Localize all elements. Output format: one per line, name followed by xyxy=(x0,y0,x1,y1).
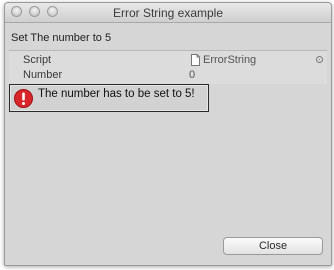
number-label: Number xyxy=(23,69,63,81)
error-text: The number has to be set to 5! xyxy=(38,88,195,100)
object-picker-icon[interactable] xyxy=(316,56,323,63)
number-field[interactable]: 0 xyxy=(189,69,195,81)
script-row: Script ErrorString xyxy=(9,53,327,68)
error-icon xyxy=(14,89,33,108)
number-row: Number 0 xyxy=(9,68,327,83)
close-button[interactable]: Close xyxy=(223,237,323,255)
file-icon xyxy=(191,54,200,66)
window-title: Error String example xyxy=(112,6,224,20)
inspector-panel: Script ErrorString Number 0 xyxy=(9,50,327,84)
script-field[interactable]: ErrorString xyxy=(191,54,256,66)
error-message-box: The number has to be set to 5! xyxy=(9,84,209,112)
error-string-window: Error String example Set The number to 5… xyxy=(4,2,332,266)
script-label: Script xyxy=(23,54,52,66)
help-message: Set The number to 5 xyxy=(11,32,112,44)
script-value: ErrorString xyxy=(203,54,257,66)
title-bar: Error String example xyxy=(5,3,331,23)
